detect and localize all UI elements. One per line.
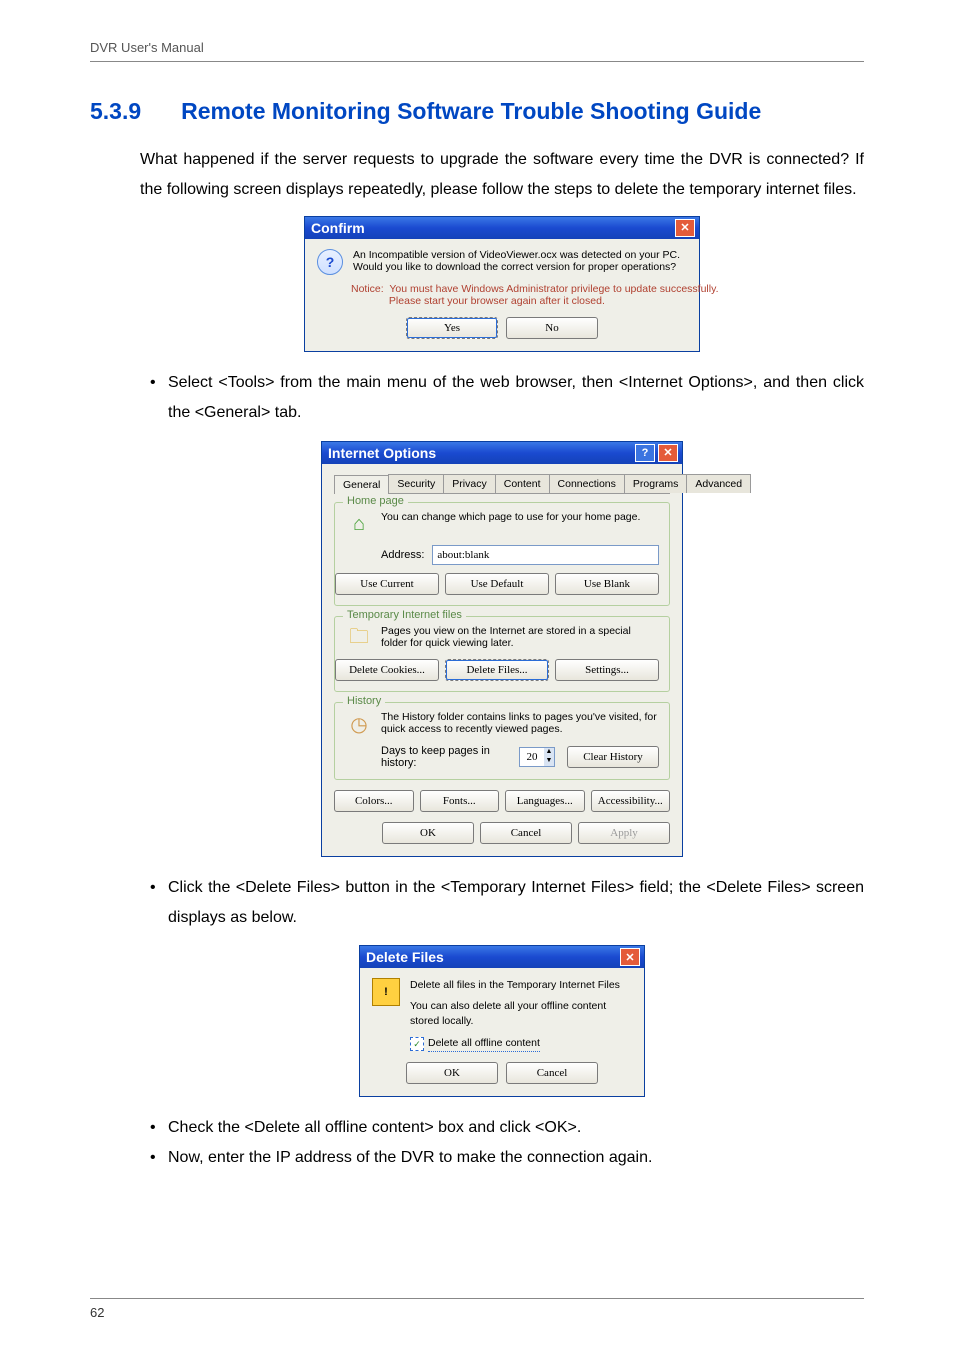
close-icon[interactable]: ✕ [658, 444, 678, 462]
header-title: DVR User's Manual [90, 40, 864, 62]
days-input[interactable] [520, 748, 544, 766]
tab-programs[interactable]: Programs [624, 474, 688, 493]
help-icon[interactable]: ? [635, 444, 655, 462]
temp-text: Pages you view on the Internet are store… [381, 625, 659, 649]
tab-advanced[interactable]: Advanced [686, 474, 751, 493]
bullet-1: Select <Tools> from the main menu of the… [168, 368, 864, 429]
clear-history-button[interactable]: Clear History [567, 746, 659, 768]
history-text: The History folder contains links to pag… [381, 711, 659, 735]
spin-up-icon[interactable]: ▲ [544, 748, 554, 757]
cancel-button[interactable]: Cancel [506, 1062, 598, 1084]
bullet-3: Check the <Delete all offline content> b… [168, 1113, 864, 1143]
use-current-button[interactable]: Use Current [335, 573, 439, 595]
section-heading: 5.3.9 Remote Monitoring Software Trouble … [90, 98, 864, 125]
section-title-text: Remote Monitoring Software Trouble Shoot… [181, 98, 761, 124]
bullet-4: Now, enter the IP address of the DVR to … [168, 1143, 864, 1173]
bullet-icon: • [140, 873, 168, 934]
del-line2: You can also delete all your offline con… [410, 999, 632, 1028]
bullet-icon: • [140, 1143, 168, 1173]
home-icon: ⌂ [353, 513, 365, 536]
bullet-icon: • [140, 368, 168, 429]
spin-down-icon[interactable]: ▼ [544, 757, 554, 766]
settings-button[interactable]: Settings... [555, 659, 659, 681]
homepage-group: Home page ⌂ You can change which page to… [334, 502, 670, 606]
close-icon[interactable]: ✕ [675, 219, 695, 237]
history-label: History [343, 695, 385, 707]
del-title: Delete Files [366, 949, 444, 965]
no-button[interactable]: No [506, 317, 598, 339]
history-icon: ◷ [350, 712, 367, 737]
ok-button[interactable]: OK [382, 822, 474, 844]
intro-paragraph: What happened if the server requests to … [140, 145, 864, 206]
warning-icon: ! [372, 978, 400, 1006]
confirm-title: Confirm [311, 220, 365, 236]
delete-offline-checkbox[interactable]: ✓ [410, 1037, 424, 1051]
confirm-notice: Notice: You must have Windows Administra… [351, 283, 687, 307]
homepage-label: Home page [343, 495, 408, 507]
tab-security[interactable]: Security [388, 474, 444, 493]
close-icon[interactable]: ✕ [620, 948, 640, 966]
days-label: Days to keep pages in history: [381, 745, 513, 769]
page-number: 62 [90, 1298, 864, 1320]
accessibility-button[interactable]: Accessibility... [591, 790, 671, 812]
io-title: Internet Options [328, 445, 436, 461]
colors-button[interactable]: Colors... [334, 790, 414, 812]
cancel-button[interactable]: Cancel [480, 822, 572, 844]
temp-files-group: Temporary Internet files 🗀 Pages you vie… [334, 616, 670, 692]
tab-connections[interactable]: Connections [549, 474, 625, 493]
delete-offline-label: Delete all offline content [428, 1036, 540, 1052]
address-input[interactable] [432, 545, 659, 565]
homepage-text: You can change which page to use for you… [381, 511, 640, 523]
ok-button[interactable]: OK [406, 1062, 498, 1084]
bullet-icon: • [140, 1113, 168, 1143]
confirm-line2: Would you like to download the correct v… [353, 261, 680, 273]
address-label: Address: [381, 549, 424, 561]
delete-cookies-button[interactable]: Delete Cookies... [335, 659, 439, 681]
confirm-line1: An Incompatible version of VideoViewer.o… [353, 249, 680, 261]
question-icon: ? [317, 249, 343, 275]
languages-button[interactable]: Languages... [505, 790, 585, 812]
tab-privacy[interactable]: Privacy [443, 474, 495, 493]
days-spinner[interactable]: ▲▼ [519, 747, 555, 767]
apply-button: Apply [578, 822, 670, 844]
use-blank-button[interactable]: Use Blank [555, 573, 659, 595]
del-line1: Delete all files in the Temporary Intern… [410, 978, 632, 993]
use-default-button[interactable]: Use Default [445, 573, 549, 595]
tab-content[interactable]: Content [495, 474, 550, 493]
tab-general[interactable]: General [334, 475, 389, 494]
history-group: History ◷ The History folder contains li… [334, 702, 670, 780]
folder-icon: 🗀 [349, 622, 369, 656]
yes-button[interactable]: Yes [406, 317, 498, 339]
delete-files-button[interactable]: Delete Files... [445, 659, 549, 681]
delete-files-dialog: Delete Files ✕ ! Delete all files in the… [359, 945, 645, 1097]
temp-label: Temporary Internet files [343, 609, 466, 621]
bullet-2: Click the <Delete Files> button in the <… [168, 873, 864, 934]
fonts-button[interactable]: Fonts... [420, 790, 500, 812]
internet-options-dialog: Internet Options ? ✕ General Security Pr… [321, 441, 683, 857]
section-number: 5.3.9 [90, 98, 141, 125]
confirm-dialog: Confirm ✕ ? An Incompatible version of V… [304, 216, 700, 352]
